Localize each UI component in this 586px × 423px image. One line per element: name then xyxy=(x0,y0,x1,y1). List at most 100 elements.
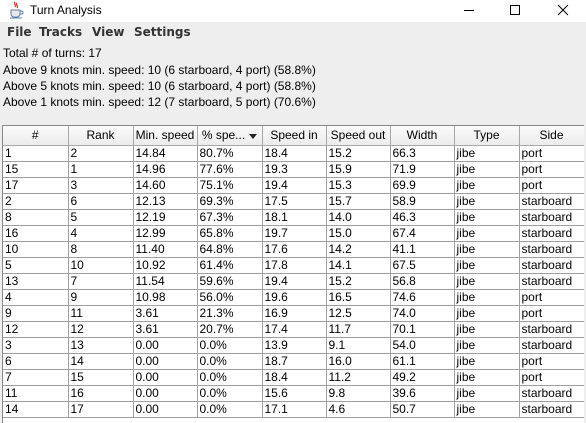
cell-type[interactable]: jibe xyxy=(454,257,520,274)
cell-speed-in[interactable]: 17.4 xyxy=(262,321,327,338)
cell-rank[interactable]: 6 xyxy=(68,193,134,210)
cell-percent-speed[interactable]: 61.4% xyxy=(197,257,263,274)
cell-percent-speed[interactable]: 64.8% xyxy=(197,241,263,258)
cell-side[interactable]: starboard xyxy=(519,225,584,242)
cell-speed-out[interactable]: 4.6 xyxy=(326,401,391,418)
cell-speed-out[interactable]: 15.7 xyxy=(326,193,391,210)
cell-min-speed[interactable]: 0.00 xyxy=(133,353,198,370)
cell-speed-out[interactable]: 15.0 xyxy=(326,225,391,242)
cell-speed-in[interactable]: 17.6 xyxy=(262,241,327,258)
cell-speed-in[interactable]: 15.6 xyxy=(262,385,327,402)
cell-side[interactable]: starboard xyxy=(519,337,584,354)
cell-number[interactable]: 9 xyxy=(3,305,69,322)
cell-type[interactable]: jibe xyxy=(454,321,520,338)
menu-settings[interactable]: Settings xyxy=(134,25,191,39)
cell-rank[interactable]: 15 xyxy=(68,369,134,386)
cell-speed-out[interactable]: 15.3 xyxy=(326,177,391,194)
cell-type[interactable]: jibe xyxy=(454,401,520,418)
cell-min-speed[interactable]: 11.40 xyxy=(133,241,198,258)
cell-min-speed[interactable]: 0.00 xyxy=(133,369,198,386)
cell-speed-out[interactable]: 12.5 xyxy=(326,305,391,322)
cell-type[interactable]: jibe xyxy=(454,209,520,226)
cell-speed-out[interactable]: 14.2 xyxy=(326,241,391,258)
table-row[interactable]: 15 1 14.96 77.6% 19.3 15.9 71.9 jibe port xyxy=(3,161,584,178)
cell-min-speed[interactable]: 12.13 xyxy=(133,193,198,210)
cell-side[interactable]: port xyxy=(519,177,584,194)
column-header-percent-speed[interactable]: % spe... xyxy=(197,126,263,146)
cell-speed-out[interactable]: 14.0 xyxy=(326,209,391,226)
cell-width[interactable]: 46.3 xyxy=(390,209,455,226)
cell-number[interactable]: 13 xyxy=(3,273,69,290)
cell-percent-speed[interactable]: 80.7% xyxy=(197,145,263,162)
cell-number[interactable]: 10 xyxy=(3,241,69,258)
cell-speed-in[interactable]: 13.9 xyxy=(262,337,327,354)
table-row[interactable]: 4 9 10.98 56.0% 19.6 16.5 74.6 jibe port xyxy=(3,289,584,306)
cell-number[interactable]: 8 xyxy=(3,209,69,226)
cell-side[interactable]: starboard xyxy=(519,209,584,226)
table-row[interactable]: 16 4 12.99 65.8% 19.7 15.0 67.4 jibe starboard xyxy=(3,225,584,242)
cell-min-speed[interactable]: 12.99 xyxy=(133,225,198,242)
cell-rank[interactable]: 3 xyxy=(68,177,134,194)
cell-side[interactable]: starboard xyxy=(519,321,584,338)
cell-number[interactable]: 1 xyxy=(3,145,69,162)
cell-side[interactable]: port xyxy=(519,289,584,306)
cell-speed-in[interactable]: 16.9 xyxy=(262,305,327,322)
cell-type[interactable]: jibe xyxy=(454,161,520,178)
cell-type[interactable]: jibe xyxy=(454,241,520,258)
cell-percent-speed[interactable]: 67.3% xyxy=(197,209,263,226)
table-row[interactable]: 10 8 11.40 64.8% 17.6 14.2 41.1 jibe starboard xyxy=(3,241,584,258)
cell-percent-speed[interactable]: 65.8% xyxy=(197,225,263,242)
cell-type[interactable]: jibe xyxy=(454,337,520,354)
cell-percent-speed[interactable]: 69.3% xyxy=(197,193,263,210)
cell-speed-in[interactable]: 19.7 xyxy=(262,225,327,242)
table-row[interactable]: 13 7 11.54 59.6% 19.4 15.2 56.8 jibe starboard xyxy=(3,273,584,290)
cell-number[interactable]: 5 xyxy=(3,257,69,274)
cell-width[interactable]: 54.0 xyxy=(390,337,455,354)
table-row[interactable]: 1 2 14.84 80.7% 18.4 15.2 66.3 jibe port xyxy=(3,145,584,162)
cell-percent-speed[interactable]: 0.0% xyxy=(197,337,263,354)
column-header-min-speed[interactable]: Min. speed xyxy=(133,126,198,146)
cell-width[interactable]: 39.6 xyxy=(390,385,455,402)
cell-rank[interactable]: 4 xyxy=(68,225,134,242)
cell-rank[interactable]: 9 xyxy=(68,289,134,306)
cell-speed-in[interactable]: 17.8 xyxy=(262,257,327,274)
menu-file[interactable]: File xyxy=(7,25,32,39)
cell-width[interactable]: 58.9 xyxy=(390,193,455,210)
cell-min-speed[interactable]: 11.54 xyxy=(133,273,198,290)
cell-speed-out[interactable]: 16.0 xyxy=(326,353,391,370)
cell-percent-speed[interactable]: 21.3% xyxy=(197,305,263,322)
table-row[interactable]: 17 3 14.60 75.1% 19.4 15.3 69.9 jibe port xyxy=(3,177,584,194)
cell-side[interactable]: starboard xyxy=(519,385,584,402)
cell-rank[interactable]: 10 xyxy=(68,257,134,274)
cell-rank[interactable]: 14 xyxy=(68,353,134,370)
cell-speed-in[interactable]: 19.3 xyxy=(262,161,327,178)
cell-number[interactable]: 12 xyxy=(3,321,69,338)
cell-number[interactable]: 11 xyxy=(3,385,69,402)
cell-speed-out[interactable]: 9.8 xyxy=(326,385,391,402)
cell-type[interactable]: jibe xyxy=(454,177,520,194)
cell-rank[interactable]: 7 xyxy=(68,273,134,290)
cell-side[interactable]: port xyxy=(519,369,584,386)
table-row[interactable]: 8 5 12.19 67.3% 18.1 14.0 46.3 jibe starboard xyxy=(3,209,584,226)
cell-speed-out[interactable]: 15.2 xyxy=(326,273,391,290)
cell-rank[interactable]: 16 xyxy=(68,385,134,402)
minimize-button[interactable] xyxy=(446,0,492,22)
cell-min-speed[interactable]: 0.00 xyxy=(133,337,198,354)
cell-percent-speed[interactable]: 77.6% xyxy=(197,161,263,178)
cell-width[interactable]: 50.7 xyxy=(390,401,455,418)
menu-tracks[interactable]: Tracks xyxy=(39,25,82,39)
column-header-side[interactable]: Side xyxy=(519,126,584,146)
cell-min-speed[interactable]: 12.19 xyxy=(133,209,198,226)
cell-min-speed[interactable]: 3.61 xyxy=(133,321,198,338)
table-row[interactable]: 6 14 0.00 0.0% 18.7 16.0 61.1 jibe port xyxy=(3,353,584,370)
cell-width[interactable]: 61.1 xyxy=(390,353,455,370)
cell-speed-out[interactable]: 9.1 xyxy=(326,337,391,354)
cell-type[interactable]: jibe xyxy=(454,369,520,386)
cell-number[interactable]: 7 xyxy=(3,369,69,386)
table-row[interactable]: 7 15 0.00 0.0% 18.4 11.2 49.2 jibe port xyxy=(3,369,584,386)
cell-speed-out[interactable]: 15.2 xyxy=(326,145,391,162)
cell-width[interactable]: 71.9 xyxy=(390,161,455,178)
column-header-speed-in[interactable]: Speed in xyxy=(262,126,327,146)
cell-width[interactable]: 74.6 xyxy=(390,289,455,306)
cell-type[interactable]: jibe xyxy=(454,225,520,242)
